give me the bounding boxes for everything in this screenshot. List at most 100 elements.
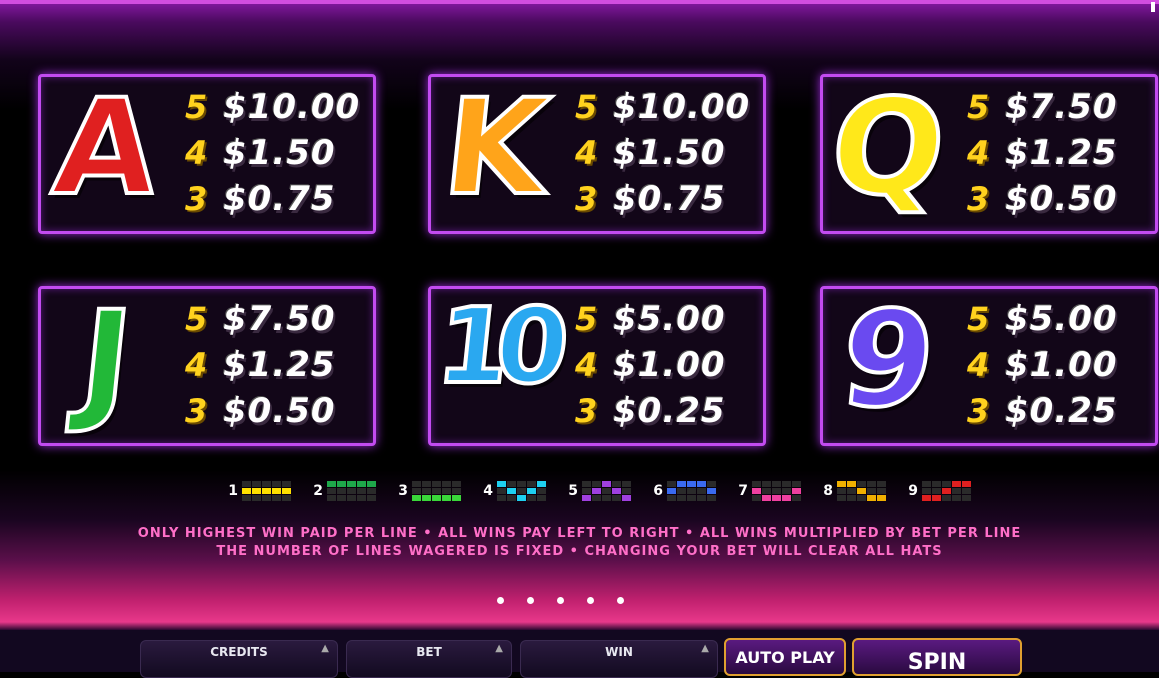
payline-number: 7: [738, 483, 748, 499]
payline-cell: [677, 488, 686, 494]
payline-cell: [687, 481, 696, 487]
payline-cell: [922, 481, 931, 487]
payline-cell: [357, 488, 366, 494]
payout-amount: $1.00: [613, 345, 726, 385]
payline-cell: [272, 488, 281, 494]
payout-amount: $7.50: [1005, 87, 1118, 127]
payline-cell: [337, 488, 346, 494]
payline-cell: [932, 481, 941, 487]
payline-cell: [347, 488, 356, 494]
payline-cell: [602, 495, 611, 501]
chevron-up-icon: ▲: [701, 643, 709, 654]
payline-cell: [272, 495, 281, 501]
payline-cell: [537, 481, 546, 487]
payout-amount: $0.50: [223, 391, 336, 431]
payline-cell: [932, 488, 941, 494]
payline-cell: [262, 495, 271, 501]
payline-cell: [582, 488, 591, 494]
page-indicator[interactable]: [497, 597, 624, 604]
payline-cell: [242, 488, 251, 494]
pay-row: 5 $5.00: [575, 297, 726, 341]
payline-cell: [612, 481, 621, 487]
payline-number: 6: [653, 483, 663, 499]
payline-cell: [762, 481, 771, 487]
payline-cell: [282, 488, 291, 494]
payline-cell: [452, 488, 461, 494]
payline-cell: [762, 495, 771, 501]
bet-panel: BET ▲: [346, 640, 512, 678]
payline-number: 2: [313, 483, 323, 499]
page-dot[interactable]: [527, 597, 534, 604]
payline-cell: [752, 495, 761, 501]
payline-number: 5: [568, 483, 578, 499]
pay-row: 5 $10.00: [575, 85, 750, 129]
payline-cell: [252, 481, 261, 487]
symbol-9-icon: 9: [832, 281, 944, 439]
page-dot[interactable]: [617, 597, 624, 604]
payline-cell: [327, 495, 336, 501]
payline-cell: [857, 495, 866, 501]
payline-cell: [422, 481, 431, 487]
payline-cell: [517, 488, 526, 494]
payline-cell: [667, 495, 676, 501]
chevron-up-icon[interactable]: ▲: [495, 643, 503, 654]
pay-row: 5 $7.50: [967, 85, 1118, 129]
chevron-up-icon[interactable]: ▲: [321, 643, 329, 654]
payline-cell: [782, 481, 791, 487]
payline-cell: [337, 481, 346, 487]
win-label: WIN: [605, 645, 633, 659]
payline-cell: [367, 481, 376, 487]
payline-cell: [242, 481, 251, 487]
page-dot[interactable]: [587, 597, 594, 604]
payline-pattern: [667, 481, 716, 501]
payline-cell: [837, 488, 846, 494]
payline-number: 9: [908, 483, 918, 499]
payline-number: 4: [483, 483, 493, 499]
payline-cell: [782, 488, 791, 494]
payline-cell: [922, 488, 931, 494]
payline-cell: [347, 495, 356, 501]
payline-pattern: [327, 481, 376, 501]
payline-item: 8: [821, 478, 906, 504]
payline-cell: [507, 481, 516, 487]
pay-row: 3 $0.75: [575, 177, 726, 221]
payline-cell: [952, 488, 961, 494]
payline-cell: [252, 488, 261, 494]
payline-number: 8: [823, 483, 833, 499]
payline-cell: [837, 495, 846, 501]
payout-amount: $1.25: [223, 345, 336, 385]
page-dot[interactable]: [557, 597, 564, 604]
payline-cell: [357, 481, 366, 487]
payline-cell: [582, 481, 591, 487]
payline-cell: [602, 488, 611, 494]
payline-cell: [442, 495, 451, 501]
rules-line-1: ONLY HIGHEST WIN PAID PER LINE • ALL WIN…: [137, 526, 1022, 541]
payline-cell: [932, 495, 941, 501]
payline-cell: [847, 481, 856, 487]
payline-cell: [677, 495, 686, 501]
page-dot[interactable]: [497, 597, 504, 604]
payline-cell: [327, 488, 336, 494]
payline-cell: [337, 495, 346, 501]
payline-cell: [877, 495, 886, 501]
payline-cell: [367, 495, 376, 501]
symbol-q-icon: Q: [822, 69, 954, 227]
pay-row: 4 $1.50: [575, 131, 726, 175]
spin-button[interactable]: SPIN: [852, 638, 1022, 676]
pay-row: 3 $0.50: [185, 389, 336, 433]
payline-cell: [262, 481, 271, 487]
payline-cell: [622, 481, 631, 487]
payline-cell: [857, 488, 866, 494]
payline-cell: [677, 481, 686, 487]
payout-amount: $0.75: [613, 179, 726, 219]
payline-cell: [612, 488, 621, 494]
autoplay-button[interactable]: AUTO PLAY: [724, 638, 846, 676]
payline-cell: [422, 495, 431, 501]
payline-cell: [432, 488, 441, 494]
payline-cell: [452, 495, 461, 501]
pay-row: 5 $5.00: [967, 297, 1118, 341]
payline-cell: [527, 495, 536, 501]
payline-item: 1: [226, 478, 311, 504]
payline-cell: [877, 488, 886, 494]
pay-row: 5 $7.50: [185, 297, 336, 341]
